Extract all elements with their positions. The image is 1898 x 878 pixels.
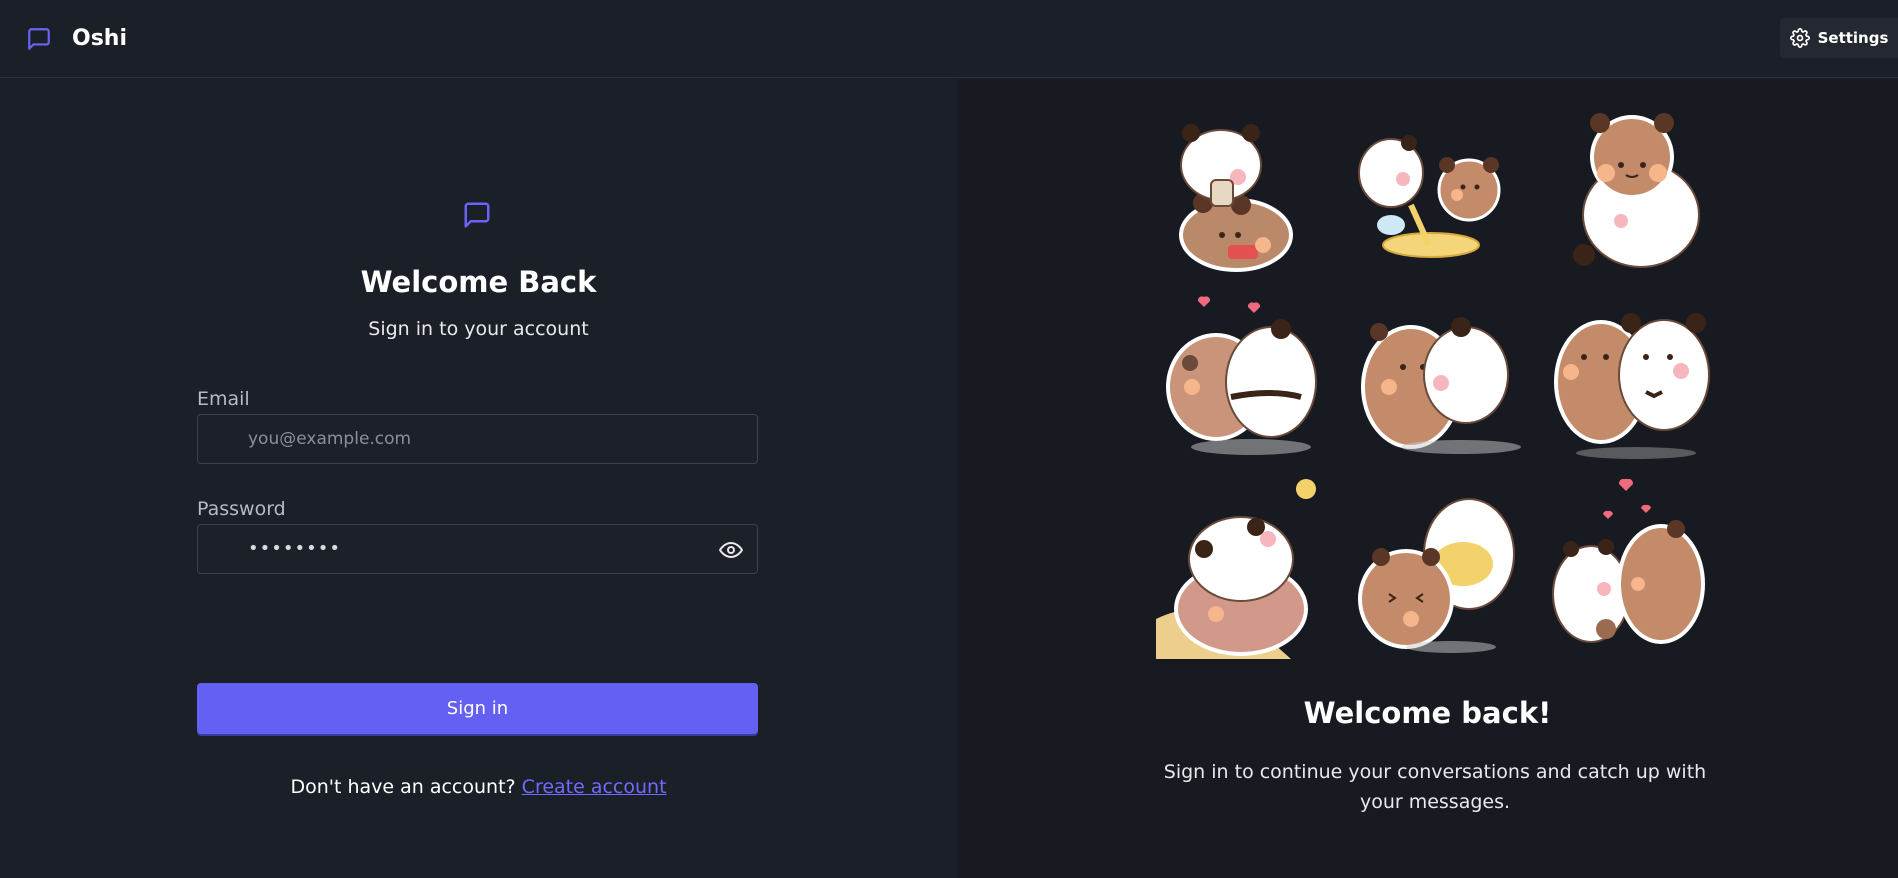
message-square-icon bbox=[464, 202, 490, 228]
page-subtitle: Sign in to your account bbox=[368, 318, 589, 340]
sticker-image bbox=[1156, 479, 1330, 659]
email-label: Email bbox=[197, 388, 250, 410]
signin-button[interactable]: Sign in bbox=[197, 683, 758, 734]
page-title: Welcome Back bbox=[360, 265, 597, 299]
gear-icon bbox=[1789, 28, 1810, 48]
password-label: Password bbox=[197, 498, 286, 520]
sticker-image bbox=[1156, 287, 1330, 467]
sticker-image bbox=[1156, 95, 1330, 275]
sticker-image bbox=[1546, 287, 1720, 467]
promo-title: Welcome back! bbox=[1303, 696, 1552, 730]
sticker-image bbox=[1546, 478, 1720, 659]
email-field-box bbox=[197, 414, 758, 464]
signup-prompt-text: Don't have an account? bbox=[290, 776, 516, 798]
sticker-image bbox=[1546, 95, 1720, 275]
top-bar: Oshi Settings bbox=[0, 0, 1898, 78]
signup-prompt: Don't have an account? Create account bbox=[0, 776, 957, 798]
settings-button[interactable]: Settings bbox=[1780, 18, 1898, 58]
brand[interactable]: Oshi bbox=[26, 26, 127, 52]
sticker-image bbox=[1351, 479, 1525, 659]
eye-icon[interactable] bbox=[719, 538, 743, 562]
app-name: Oshi bbox=[72, 26, 127, 51]
message-square-icon bbox=[28, 27, 50, 50]
settings-label: Settings bbox=[1817, 29, 1889, 47]
password-value: •••••••• bbox=[248, 538, 341, 559]
password-field[interactable]: •••••••• bbox=[197, 524, 758, 574]
create-account-link[interactable]: Create account bbox=[522, 776, 667, 798]
email-field[interactable] bbox=[248, 415, 688, 463]
sticker-grid bbox=[1156, 95, 1720, 659]
signin-panel: Welcome Back Sign in to your account Ema… bbox=[0, 79, 957, 878]
promo-text: Sign in to continue your conversations a… bbox=[1163, 761, 1707, 813]
sticker-image bbox=[1351, 287, 1525, 467]
sticker-image bbox=[1351, 95, 1525, 275]
